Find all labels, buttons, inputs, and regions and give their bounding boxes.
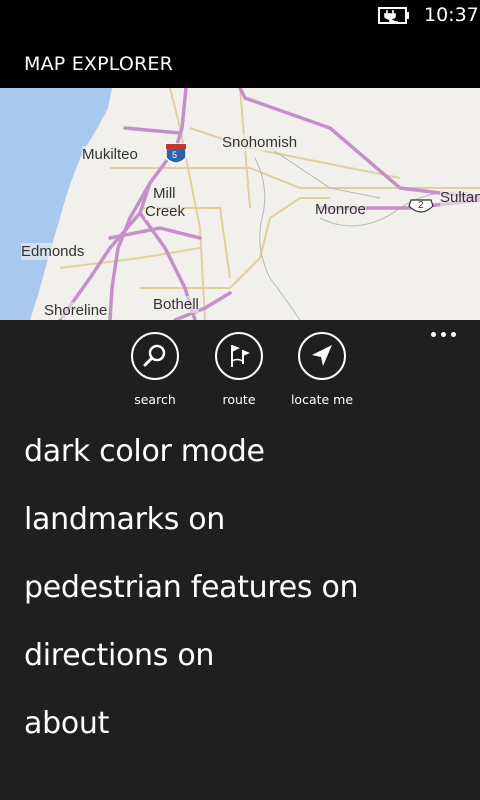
map-label: Monroe xyxy=(315,201,366,218)
clock: 10:37 xyxy=(424,4,479,26)
status-bar: 10:37 xyxy=(0,0,480,32)
map-label: Shoreline xyxy=(44,302,108,319)
menu-item-landmarks-on[interactable]: landmarks on xyxy=(24,502,225,537)
map-shield-label: 5 xyxy=(172,150,178,160)
locate-me-button[interactable]: locate me xyxy=(277,332,367,407)
search-button[interactable]: search xyxy=(110,332,200,407)
route-button-label: route xyxy=(222,392,256,407)
search-icon xyxy=(143,344,166,367)
map-label: Edmonds xyxy=(21,243,85,260)
map-graphics xyxy=(0,88,480,320)
route-flags-icon xyxy=(231,345,250,367)
map-label: Snohomish xyxy=(222,134,298,151)
battery-charging-icon xyxy=(378,7,409,24)
menu-item-directions-on[interactable]: directions on xyxy=(24,638,214,673)
locate-me-button-label: locate me xyxy=(290,392,354,407)
map-label: Creek xyxy=(145,203,186,220)
map-label: Mill xyxy=(153,185,176,202)
route-button[interactable]: route xyxy=(194,332,284,407)
map-label: Bothell xyxy=(153,296,199,313)
map-label: Sultan xyxy=(440,189,480,206)
map-view[interactable]: Mukilteo 5 Snohomish Mill Creek Monroe 2… xyxy=(0,88,480,320)
ellipsis-icon[interactable] xyxy=(428,327,460,343)
app-title: MAP EXPLORER xyxy=(24,53,174,75)
menu-item-dark-color-mode[interactable]: dark color mode xyxy=(24,434,265,469)
menu-item-pedestrian-features-on[interactable]: pedestrian features on xyxy=(24,570,359,605)
map-label: Mukilteo xyxy=(82,146,138,163)
search-button-label: search xyxy=(134,392,176,407)
menu-item-about[interactable]: about xyxy=(24,706,109,741)
puget-sound-water xyxy=(0,88,112,320)
locate-arrow-icon xyxy=(312,345,332,366)
map-shield-label: 2 xyxy=(418,200,424,211)
